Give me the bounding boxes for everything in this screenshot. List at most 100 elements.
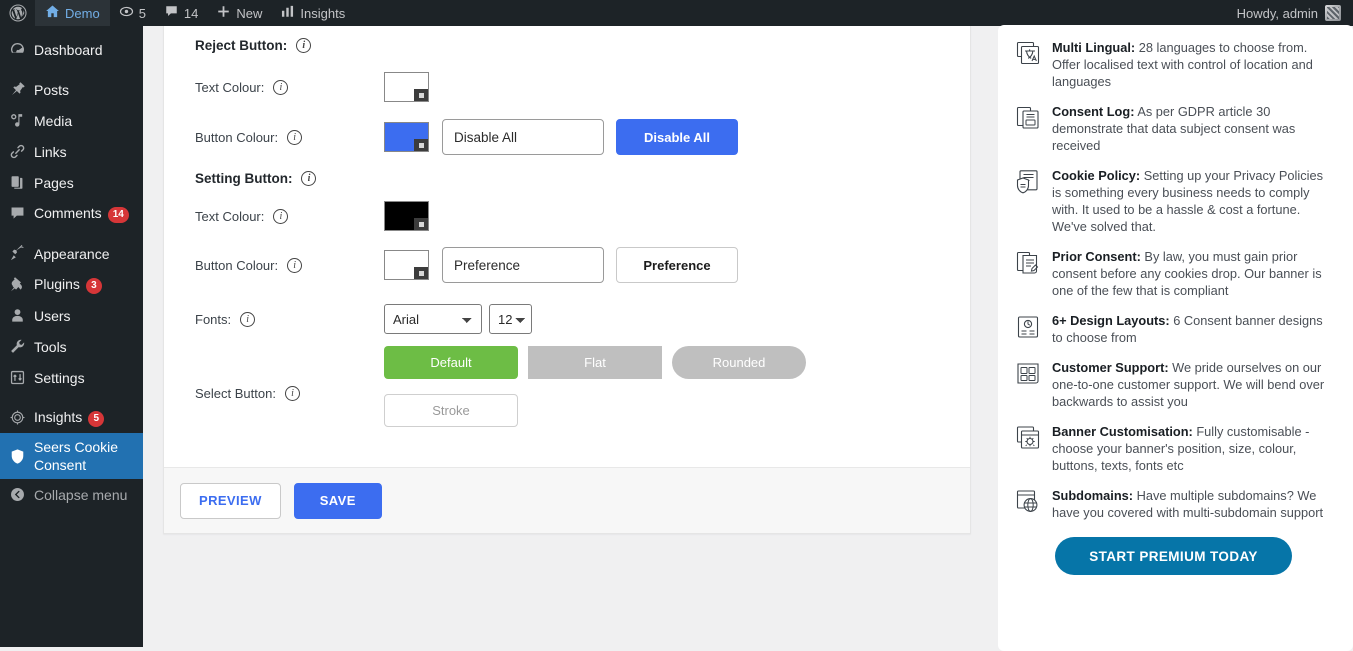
colour-picker-handle-icon: [414, 267, 428, 279]
feature-text: Cookie Policy: Setting up your Privacy P…: [1052, 167, 1333, 235]
preview-button[interactable]: PREVIEW: [180, 482, 281, 519]
brush-icon: [0, 245, 34, 262]
reject-button-preview[interactable]: Disable All: [616, 119, 738, 155]
bar-chart-icon: [280, 4, 295, 22]
sidebar-item-insights[interactable]: Insights 5: [0, 402, 143, 433]
new-content-menu[interactable]: New: [207, 0, 271, 26]
setting-button-section-row: Setting Button: i: [164, 171, 970, 186]
sidebar-item-media[interactable]: Media: [0, 105, 143, 136]
sidebar-item-label: Users: [34, 307, 71, 324]
setting-button-text-input[interactable]: [442, 247, 604, 283]
sidebar-item-comments[interactable]: Comments 14: [0, 198, 143, 229]
sidebar-item-plugins[interactable]: Plugins 3: [0, 269, 143, 300]
feature-text: Customer Support: We pride ourselves on …: [1052, 359, 1333, 410]
comment-bubble-icon: [164, 4, 179, 22]
sidebar-item-label: Settings: [34, 369, 85, 386]
layout-icon: [1014, 313, 1042, 341]
reject-text-colour-swatch[interactable]: [384, 72, 429, 102]
sidebar-item-dashboard[interactable]: Dashboard: [0, 34, 143, 65]
avatar: [1325, 5, 1341, 21]
info-icon[interactable]: i: [301, 171, 317, 186]
menu-separator: [0, 65, 143, 74]
sidebar-item-label: Comments 14: [34, 204, 143, 223]
style-button-stroke[interactable]: Stroke: [384, 394, 518, 427]
comment-bubble-icon: [0, 205, 34, 222]
sidebar-item-appearance[interactable]: Appearance: [0, 238, 143, 269]
insights-menu[interactable]: Insights: [271, 0, 354, 26]
support-icon: [1014, 360, 1042, 388]
feature-item: Customer Support: We pride ourselves on …: [1014, 359, 1333, 410]
style-button-rounded[interactable]: Rounded: [672, 346, 806, 379]
start-premium-today-button[interactable]: START PREMIUM TODAY: [1055, 537, 1292, 575]
sidebar-item-tools[interactable]: Tools: [0, 331, 143, 362]
comments-menu[interactable]: 14: [155, 0, 207, 26]
pin-icon: [0, 81, 34, 98]
feature-text: Prior Consent: By law, you must gain pri…: [1052, 248, 1333, 299]
sidebar-item-settings[interactable]: Settings: [0, 362, 143, 393]
font-size-select[interactable]: 12: [489, 304, 532, 334]
info-icon[interactable]: i: [287, 129, 303, 145]
feature-text: Consent Log: As per GDPR article 30 demo…: [1052, 103, 1333, 154]
info-icon[interactable]: i: [273, 79, 289, 95]
save-button[interactable]: SAVE: [293, 482, 382, 519]
feature-title: Consent Log:: [1052, 104, 1135, 119]
sidebar-item-posts[interactable]: Posts: [0, 74, 143, 105]
style-button-flat[interactable]: Flat: [528, 346, 662, 379]
setting-button-colour-swatch[interactable]: [384, 250, 429, 280]
info-icon[interactable]: i: [296, 38, 312, 53]
cookie-policy-icon: [1014, 168, 1042, 196]
sidebar-item-users[interactable]: Users: [0, 300, 143, 331]
site-name-menu[interactable]: Demo: [35, 0, 110, 26]
feature-text: 6+ Design Layouts: 6 Consent banner desi…: [1052, 312, 1333, 346]
setting-button-preview[interactable]: Preference: [616, 247, 738, 283]
sidebar-item-label: Collapse menu: [34, 486, 128, 503]
media-icon: [0, 112, 34, 129]
comments-badge: 14: [107, 206, 129, 223]
reject-button-text-input[interactable]: [442, 119, 604, 155]
font-family-select[interactable]: Arial: [384, 304, 482, 334]
info-icon[interactable]: i: [273, 208, 289, 224]
howdy-label: Howdy, admin: [1236, 5, 1318, 21]
info-icon[interactable]: i: [240, 311, 256, 327]
feature-item: 6+ Design Layouts: 6 Consent banner desi…: [1014, 312, 1333, 346]
setting-button-colour-label: Button Colour: i: [164, 257, 384, 273]
setting-button-section-label: Setting Button: i: [164, 171, 384, 186]
reject-text-colour-label: Text Colour: i: [164, 79, 384, 95]
setting-text-colour-label: Text Colour: i: [164, 208, 384, 224]
sidebar-item-links[interactable]: Links: [0, 136, 143, 167]
wrench-icon: [0, 338, 34, 355]
insights-badge: 5: [88, 410, 105, 427]
updates-menu[interactable]: 5: [110, 0, 155, 26]
settings-form: Reject Button: i Text Colour: i Button C…: [164, 26, 970, 468]
sidebar-item-label: Posts: [34, 81, 70, 98]
setting-button-colour-row: Button Colour: i Preference: [164, 247, 970, 283]
sidebar-item-label: Links: [34, 143, 67, 160]
log-document-icon: [1014, 104, 1042, 132]
info-icon[interactable]: i: [287, 257, 303, 273]
updates-icon: [119, 4, 134, 22]
collapse-arrow-icon: [0, 486, 34, 503]
reject-button-colour-swatch[interactable]: [384, 122, 429, 152]
wordpress-logo-icon[interactable]: [0, 0, 35, 26]
sidebar-item-collapse-menu[interactable]: Collapse menu: [0, 479, 143, 510]
fonts-label: Fonts: i: [164, 311, 384, 327]
admin-sidebar-menu: Dashboard Posts Media Links Pages Commen…: [0, 26, 151, 647]
feature-title: Banner Customisation:: [1052, 424, 1193, 439]
sidebar-item-label: Dashboard: [34, 41, 103, 58]
setting-text-colour-swatch[interactable]: [384, 201, 429, 231]
comments-count: 14: [183, 5, 199, 21]
style-button-default[interactable]: Default: [384, 346, 518, 379]
sidebar-item-seers-cookie-consent[interactable]: Seers Cookie Consent: [0, 433, 151, 479]
feature-text: Subdomains: Have multiple subdomains? We…: [1052, 487, 1333, 521]
info-icon[interactable]: i: [284, 386, 300, 401]
account-menu[interactable]: Howdy, admin: [1237, 5, 1353, 21]
admin-bar: Demo 5 14 New Insights Howdy, admin: [0, 0, 1353, 26]
feature-title: Prior Consent:: [1052, 249, 1141, 264]
sidebar-item-pages[interactable]: Pages: [0, 167, 143, 198]
sidebar-item-label: Pages: [34, 174, 74, 191]
menu-separator: [0, 393, 143, 402]
cta-container: START PREMIUM TODAY: [1014, 537, 1333, 575]
colour-picker-handle-icon: [414, 139, 428, 151]
site-name-label: Demo: [65, 5, 100, 21]
feature-item: Prior Consent: By law, you must gain pri…: [1014, 248, 1333, 299]
